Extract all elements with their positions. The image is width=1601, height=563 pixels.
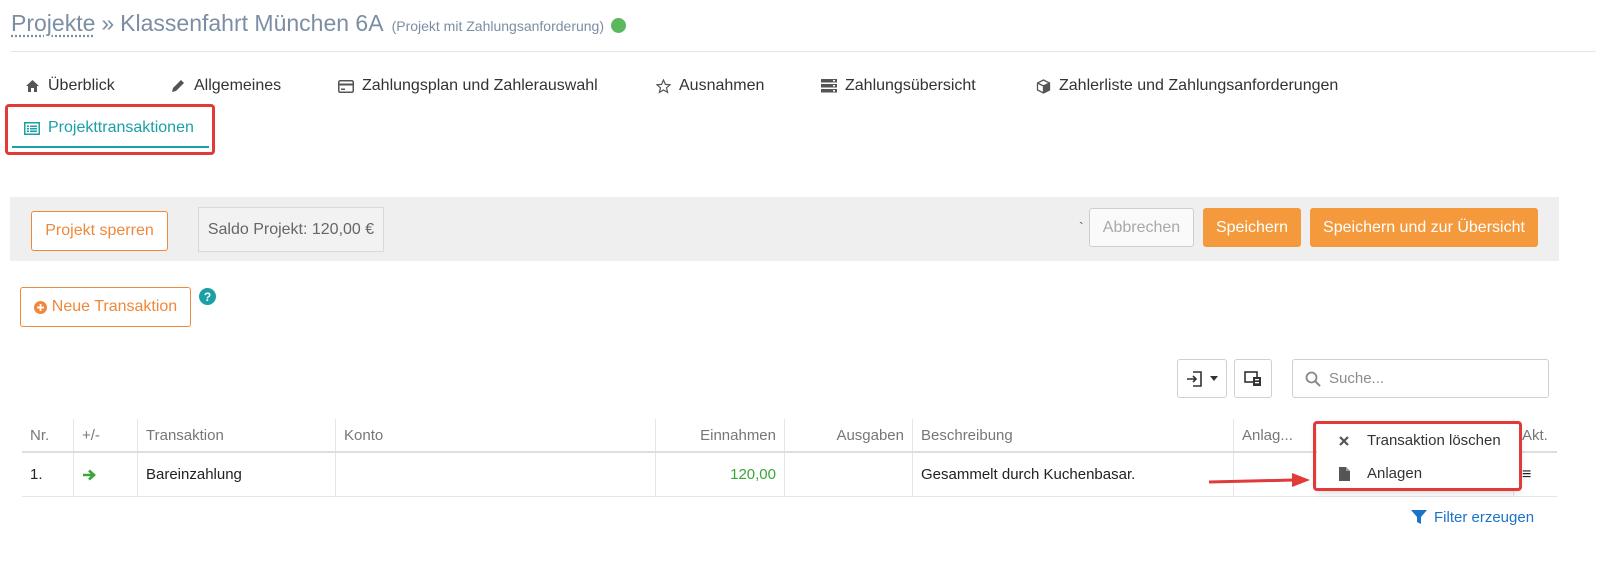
help-icon[interactable]: ?: [199, 288, 216, 305]
lock-project-button[interactable]: Projekt sperren: [31, 211, 168, 251]
star-icon: [655, 78, 671, 94]
cell-nr: 1.: [22, 453, 74, 496]
column-visibility-button[interactable]: [1234, 359, 1272, 398]
cell-expense: [785, 453, 913, 496]
cell-transaction: Bareinzahlung: [138, 453, 336, 496]
tab-label: Zahlerliste und Zahlungsanforderungen: [1059, 77, 1339, 94]
cell-account: [336, 453, 656, 496]
page-subtitle: (Projekt mit Zahlungsanforderung): [391, 18, 604, 34]
tab-label: Überblick: [48, 77, 115, 94]
highlight-box-tab: [5, 104, 215, 155]
tab-ausnahmen[interactable]: Ausnahmen: [655, 74, 764, 98]
page-title: Klassenfahrt München 6A: [120, 10, 384, 36]
column-header-beschreibung[interactable]: Beschreibung: [913, 419, 1234, 451]
server-icon: [821, 78, 837, 94]
cell-description: Gesammelt durch Kuchenbasar.: [913, 453, 1234, 496]
export-dropdown-button[interactable]: [1177, 359, 1227, 398]
column-header-konto[interactable]: Konto: [336, 419, 656, 451]
tab-label: Zahlungsplan und Zahlerauswahl: [362, 77, 598, 94]
breadcrumb-separator: »: [101, 10, 115, 36]
new-transaction-label: Neue Transaktion: [51, 298, 178, 315]
status-indicator: [611, 18, 626, 33]
tab-zahlungsuebersicht[interactable]: Zahlungsübersicht: [821, 74, 976, 98]
save-and-overview-button[interactable]: Speichern und zur Übersicht: [1310, 208, 1538, 247]
cancel-button[interactable]: Abbrechen: [1089, 208, 1194, 247]
columns-icon: [1244, 370, 1262, 387]
cell-sign: [74, 453, 138, 496]
column-header-sign[interactable]: +/-: [74, 419, 138, 451]
sign-in-icon: [1186, 370, 1204, 387]
tab-label: Allgemeines: [194, 77, 282, 94]
new-transaction-button[interactable]: Neue Transaktion: [20, 287, 191, 327]
search-field[interactable]: [1292, 359, 1549, 398]
tab-label: Zahlungsübersicht: [845, 77, 976, 94]
tab-zahlerliste[interactable]: Zahlerliste und Zahlungsanforderungen: [1035, 74, 1338, 98]
search-input[interactable]: [1329, 370, 1529, 387]
breadcrumb-projekte-link[interactable]: Projekte: [11, 10, 95, 37]
cell-income: 120,00: [656, 453, 785, 496]
arrow-right-icon: [82, 469, 96, 481]
search-icon: [1305, 371, 1321, 387]
tab-allgemeines[interactable]: Allgemeines: [170, 74, 281, 98]
project-balance: Saldo Projekt: 120,00 €: [198, 207, 384, 252]
tab-ueberblick[interactable]: Überblick: [24, 74, 115, 98]
create-filter-link[interactable]: Filter erzeugen: [1411, 509, 1534, 526]
tab-label: Ausnahmen: [679, 77, 765, 94]
stray-mark: `: [1079, 219, 1084, 235]
filter-label: Filter erzeugen: [1434, 509, 1535, 526]
column-header-nr[interactable]: Nr.: [22, 419, 74, 451]
column-header-einnahmen[interactable]: Einnahmen: [656, 419, 785, 451]
home-icon: [24, 78, 40, 94]
page-header: Projekte » Klassenfahrt München 6A (Proj…: [11, 10, 1596, 52]
tab-zahlungsplan[interactable]: Zahlungsplan und Zahlerauswahl: [338, 74, 598, 98]
annotation-arrow: [1208, 473, 1310, 487]
save-button[interactable]: Speichern: [1203, 208, 1301, 247]
filter-icon: [1411, 510, 1427, 524]
column-header-transaktion[interactable]: Transaktion: [138, 419, 336, 451]
plus-circle-icon: [33, 300, 47, 314]
column-header-ausgaben[interactable]: Ausgaben: [785, 419, 913, 451]
cube-icon: [1035, 78, 1051, 94]
caret-down-icon: [1210, 376, 1218, 381]
credit-card-icon: [338, 78, 354, 94]
highlight-box-menu: [1313, 421, 1522, 491]
pencil-icon: [170, 78, 186, 94]
